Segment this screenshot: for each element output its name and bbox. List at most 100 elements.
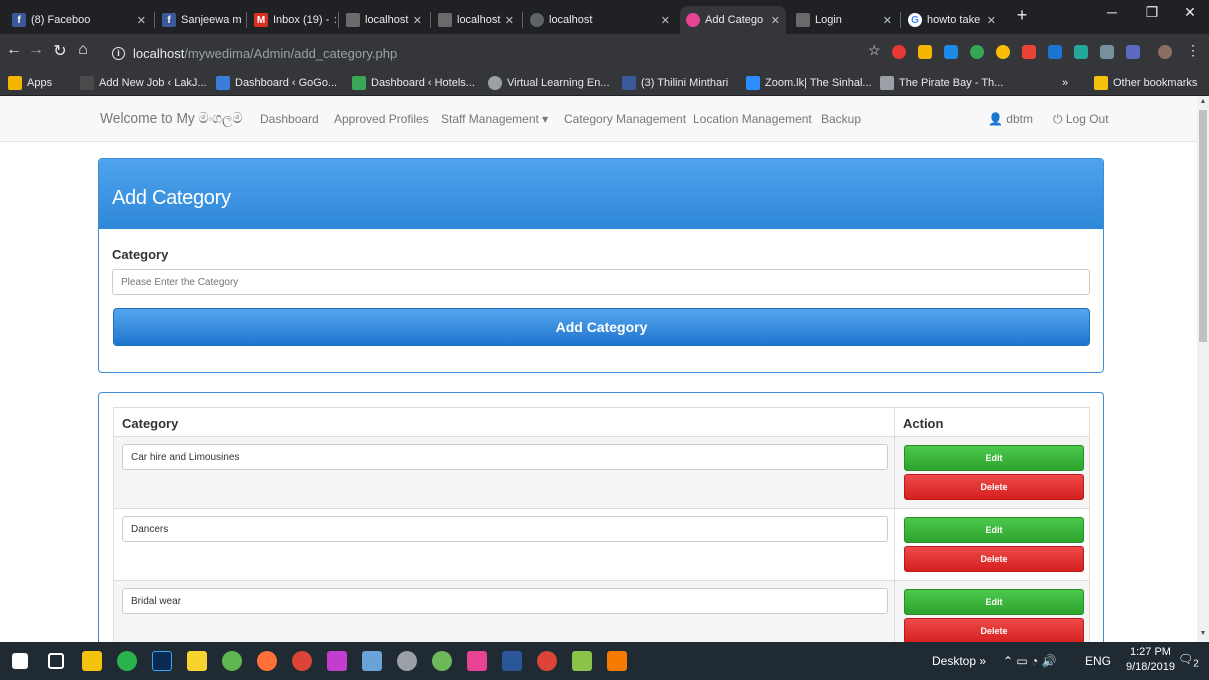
site-brand[interactable]: Welcome to My මංගලම	[100, 110, 242, 127]
profile-avatar[interactable]	[1158, 45, 1172, 59]
tab-localhost-1[interactable]: localhost ✕	[340, 6, 428, 34]
notification-icon[interactable]: 🗨2	[1178, 652, 1199, 669]
delete-button[interactable]: Delete	[904, 618, 1084, 642]
close-tab-icon[interactable]: ✕	[501, 14, 514, 27]
extension-icon[interactable]	[1126, 45, 1140, 59]
restore-icon[interactable]: ❐	[1134, 4, 1170, 21]
delete-button[interactable]: Delete	[904, 474, 1084, 500]
bookmark-lakjobs[interactable]: Add New Job ‹ LakJ...	[80, 74, 207, 92]
desktop-toolbar[interactable]: Desktop »	[932, 654, 986, 668]
edit-button[interactable]: Edit	[904, 589, 1084, 615]
scroll-down-icon[interactable]: ▼	[1199, 630, 1207, 637]
close-tab-icon[interactable]: ✕	[983, 14, 996, 27]
new-tab-button[interactable]: +	[1004, 5, 1040, 26]
bookmark-zoom[interactable]: Zoom.lk| The Sinhal...	[746, 74, 872, 92]
minimize-icon[interactable]: ─	[1094, 4, 1130, 20]
app-icon[interactable]	[362, 651, 382, 671]
bookmarks-overflow[interactable]: »	[1062, 74, 1068, 92]
extension-icon[interactable]	[1022, 45, 1036, 59]
extension-icon[interactable]	[944, 45, 958, 59]
tab-localhost-3[interactable]: localhost ✕	[524, 6, 676, 34]
panel-title: Add Category	[99, 159, 1103, 229]
bookmark-thilini[interactable]: (3) Thilini Minthari	[622, 74, 728, 92]
tray-icons[interactable]: ⌃ ▭ ◔ 🔊	[1003, 654, 1057, 668]
site-icon	[80, 76, 94, 90]
edit-button[interactable]: Edit	[904, 517, 1084, 543]
tab-facebook[interactable]: f (8) Faceboo ✕	[6, 6, 152, 34]
tab-sanjeewa[interactable]: f Sanjeewa m✕	[156, 6, 244, 34]
edit-button[interactable]: Edit	[904, 445, 1084, 471]
scroll-up-icon[interactable]: ▲	[1199, 98, 1207, 105]
scrollbar-thumb[interactable]	[1199, 110, 1207, 342]
app-icon[interactable]	[572, 651, 592, 671]
close-tab-icon[interactable]: ✕	[879, 14, 892, 27]
app-icon[interactable]	[327, 651, 347, 671]
close-tab-icon[interactable]: ✕	[133, 14, 146, 27]
nav-logout[interactable]: ⏻ Log Out	[1053, 112, 1109, 127]
home-icon[interactable]: ⌂	[73, 41, 93, 59]
info-icon[interactable]: i	[112, 46, 125, 60]
category-value-field[interactable]: Bridal wear	[122, 588, 888, 614]
app-icon[interactable]	[607, 651, 627, 671]
chrome-icon[interactable]	[292, 651, 312, 671]
add-category-button[interactable]: Add Category	[113, 308, 1090, 346]
category-input[interactable]	[112, 269, 1090, 295]
bookmark-virtual-learning[interactable]: Virtual Learning En...	[488, 74, 610, 92]
nav-staff-management[interactable]: Staff Management ▾	[441, 112, 548, 126]
extension-icon[interactable]	[892, 45, 906, 59]
category-value-field[interactable]: Car hire and Limousines	[122, 444, 888, 470]
clock[interactable]: 1:27 PM 9/18/2019	[1126, 645, 1175, 675]
url-bar[interactable]: i localhost/mywedima/Admin/add_category.…	[104, 42, 884, 64]
close-tab-icon[interactable]: ✕	[409, 14, 422, 27]
task-view-icon[interactable]	[48, 653, 64, 669]
menu-icon[interactable]: ⋮	[1186, 42, 1200, 58]
nav-category-management[interactable]: Category Management	[564, 112, 686, 126]
close-tab-icon[interactable]: ✕	[767, 14, 780, 27]
close-window-icon[interactable]: ✕	[1172, 4, 1208, 21]
file-explorer-icon[interactable]	[82, 651, 102, 671]
bookmark-gogo[interactable]: Dashboard ‹ GoGo...	[216, 74, 337, 92]
app-icon[interactable]	[117, 651, 137, 671]
extension-icon[interactable]	[918, 45, 932, 59]
tab-login[interactable]: Login ✕	[790, 6, 898, 34]
sticky-notes-icon[interactable]	[187, 651, 207, 671]
app-icon[interactable]	[467, 651, 487, 671]
windows-start-icon[interactable]	[12, 653, 28, 669]
forward-icon[interactable]: →	[26, 41, 46, 59]
extension-icon[interactable]	[1048, 45, 1062, 59]
extension-icon[interactable]	[1074, 45, 1088, 59]
nav-dashboard[interactable]: Dashboard	[260, 112, 319, 126]
extension-icon[interactable]	[1100, 45, 1114, 59]
reload-icon[interactable]: ↻	[50, 41, 70, 61]
close-tab-icon[interactable]: ✕	[242, 14, 244, 27]
tab-howto[interactable]: G howto take ✕	[902, 6, 1002, 34]
bookmark-hotels[interactable]: Dashboard ‹ Hotels...	[352, 74, 475, 92]
other-bookmarks[interactable]: Other bookmarks	[1094, 74, 1197, 92]
nav-approved-profiles[interactable]: Approved Profiles	[334, 112, 429, 126]
nav-user[interactable]: 👤 dbtm	[988, 112, 1033, 126]
close-tab-icon[interactable]: ✕	[657, 14, 670, 27]
bookmark-apps[interactable]: Apps	[8, 74, 52, 92]
language-indicator[interactable]: ENG	[1085, 654, 1111, 668]
app-icon[interactable]	[432, 651, 452, 671]
extension-icon[interactable]	[970, 45, 984, 59]
app-icon[interactable]	[222, 651, 242, 671]
delete-button[interactable]: Delete	[904, 546, 1084, 572]
category-value-field[interactable]: Dancers	[122, 516, 888, 542]
bookmark-piratebay[interactable]: The Pirate Bay - Th...	[880, 74, 1003, 92]
tab-inbox[interactable]: M Inbox (19) -✕	[248, 6, 336, 34]
back-icon[interactable]: ←	[4, 41, 24, 59]
chrome-icon[interactable]	[537, 651, 557, 671]
photoshop-icon[interactable]	[152, 651, 172, 671]
word-icon[interactable]	[502, 651, 522, 671]
firefox-icon[interactable]	[257, 651, 277, 671]
close-tab-icon[interactable]: ✕	[329, 14, 336, 27]
extension-icon[interactable]	[996, 45, 1010, 59]
nav-backup[interactable]: Backup	[821, 112, 861, 126]
app-icon[interactable]	[397, 651, 417, 671]
nav-location-management[interactable]: Location Management	[693, 112, 812, 126]
tab-localhost-2[interactable]: localhost ✕	[432, 6, 520, 34]
page-scrollbar[interactable]: ▲ ▼	[1197, 96, 1209, 642]
tab-add-category[interactable]: Add Catego ✕	[680, 6, 786, 34]
star-icon[interactable]: ☆	[868, 42, 882, 58]
